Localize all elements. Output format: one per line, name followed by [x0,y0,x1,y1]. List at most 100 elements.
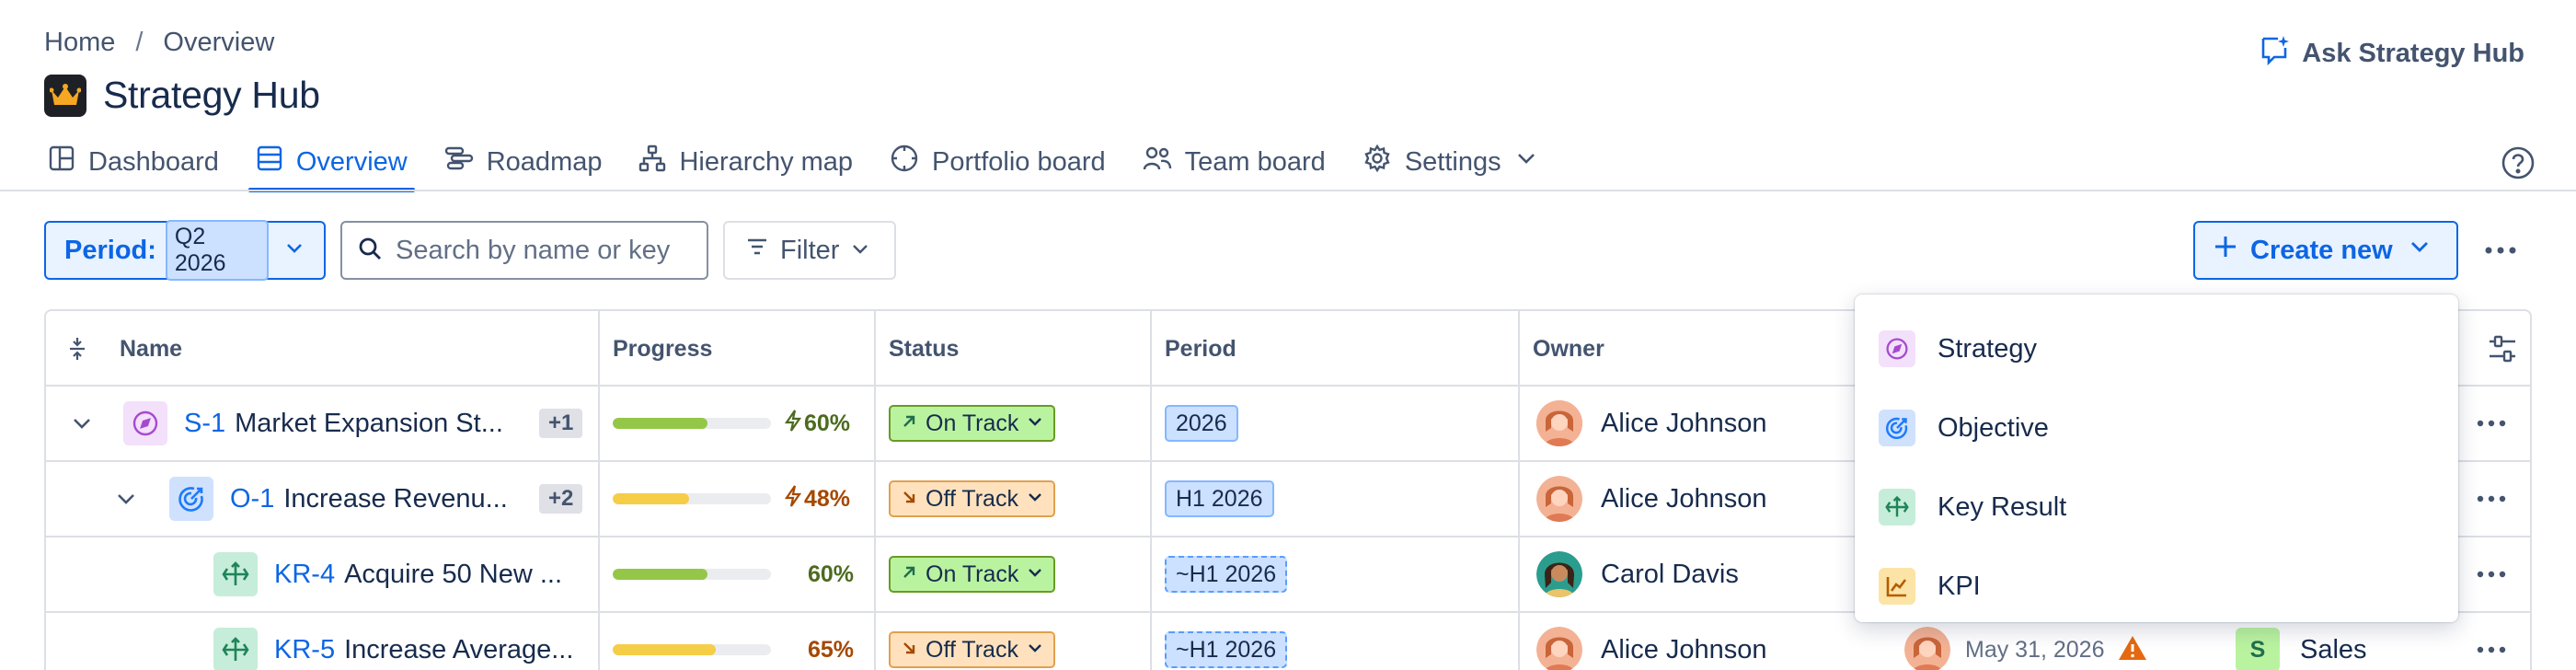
progress-bar [613,418,771,429]
progress-label: 60% [804,410,851,436]
progress-fill [613,644,716,655]
ask-label: Ask Strategy Hub [2302,38,2524,68]
tab-roadmap[interactable]: Roadmap [441,140,606,184]
period-tag[interactable]: ~H1 2026 [1165,631,1288,668]
arrow-up-right-icon [900,410,918,437]
breadcrumb-home[interactable]: Home [44,28,115,58]
progress-label: 60% [808,560,855,587]
column-header-owner[interactable]: Owner [1518,311,1604,387]
menu-item-label: Key Result [1938,491,2067,522]
tab-settings[interactable]: Settings [1359,140,1542,184]
item-name[interactable]: Acquire 50 New ... [344,560,562,590]
team-avatar: S [2236,628,2280,670]
row-more-icon[interactable] [2471,556,2512,593]
more-count-badge[interactable]: +1 [539,409,583,438]
item-name[interactable]: Increase Revenu... [283,484,507,514]
target-icon [1879,410,1915,446]
owner-cell: Alice Johnson [1536,462,1767,536]
more-count-badge[interactable]: +2 [539,484,583,514]
status-dropdown[interactable]: Off Track [889,480,1055,517]
team-icon [1143,144,1172,179]
tab-label: Roadmap [486,146,603,177]
tab-overview[interactable]: Overview [247,140,415,192]
breadcrumb-current[interactable]: Overview [163,28,274,58]
expand-chevron-icon[interactable] [70,387,94,460]
progress-cell: 65% [613,613,854,670]
more-options-icon[interactable] [2478,228,2523,272]
lightning-icon [784,409,802,439]
item-key[interactable]: S-1 [184,409,225,439]
progress-bar [613,493,771,504]
tab-portfolio-board[interactable]: Portfolio board [886,140,1110,184]
menu-item-kpi[interactable]: KPI [1855,547,2458,626]
row-more-icon[interactable] [2471,631,2512,668]
chevron-down-icon [1514,146,1538,178]
hierarchy-icon [638,144,666,179]
menu-item-label: KPI [1938,571,1981,601]
title-row: Strategy Hub [44,74,320,117]
item-key[interactable]: KR-4 [274,560,335,590]
item-name[interactable]: Increase Average... [344,635,573,665]
arrow-down-right-icon [900,637,918,664]
filter-button[interactable]: Filter [723,221,896,280]
row-more-icon[interactable] [2471,480,2512,517]
avatar [1536,627,1582,670]
progress-percent: 60% [808,561,854,588]
extra-count-cell: +2 [539,462,583,536]
ask-strategy-hub-button[interactable]: Ask Strategy Hub [2258,33,2524,74]
progress-label: 65% [808,636,855,663]
extra-count-cell: +1 [539,387,583,460]
expand-chevron-icon[interactable] [114,462,138,536]
period-cell: 2026 [1165,387,1238,460]
chevron-down-icon [1026,561,1044,588]
create-label: Create new [2250,235,2393,265]
gear-icon [1363,144,1392,180]
avatar [1904,627,1950,670]
column-header-period[interactable]: Period [1150,311,1236,387]
item-key[interactable]: O-1 [230,484,274,514]
column-header-status[interactable]: Status [874,311,959,387]
period-tag[interactable]: ~H1 2026 [1165,556,1288,593]
menu-item-label: Objective [1938,412,2049,443]
period-cell: H1 2026 [1165,462,1274,536]
create-new-button[interactable]: Create new [2193,221,2458,280]
item-key[interactable]: KR-5 [274,635,335,665]
status-label: Off Track [926,636,1018,663]
list-icon [256,144,283,179]
column-header-name[interactable]: Name [105,311,182,387]
search-input[interactable] [396,235,690,266]
period-selector[interactable]: Period: Q2 2026 [44,220,326,281]
avatar [1536,551,1582,597]
warning-icon [2118,634,2147,666]
menu-item-objective[interactable]: Objective [1855,388,2458,468]
tab-team-board[interactable]: Team board [1139,140,1329,184]
status-dropdown[interactable]: On Track [889,556,1056,593]
filter-icon [745,235,769,266]
column-header-progress[interactable]: Progress [598,311,712,387]
name-cell: O-1 Increase Revenu... [169,462,508,536]
menu-item-strategy[interactable]: Strategy [1855,309,2458,388]
tabs-divider [0,190,2576,191]
search-box[interactable] [340,221,708,280]
status-dropdown[interactable]: Off Track [889,631,1055,668]
tab-hierarchy-map[interactable]: Hierarchy map [635,140,857,184]
collapse-all-icon[interactable] [55,311,88,387]
tab-dashboard[interactable]: Dashboard [44,140,223,184]
progress-cell: 48% [613,462,850,536]
owner-name: Alice Johnson [1601,634,1767,664]
period-tag[interactable]: H1 2026 [1165,480,1274,517]
menu-item-key-result[interactable]: Key Result [1855,468,2458,547]
period-tag[interactable]: 2026 [1165,405,1238,442]
status-dropdown[interactable]: On Track [889,405,1056,442]
column-settings-icon[interactable] [2471,311,2519,387]
row-more-icon[interactable] [2471,405,2512,442]
chevron-down-icon [283,236,305,266]
name-cell: KR-5 Increase Average... [213,613,573,670]
owner-cell: Alice Johnson [1536,613,1767,670]
arrow-up-right-icon [900,561,918,588]
status-cell: On Track [889,387,1056,460]
tab-label: Team board [1184,146,1326,177]
chevron-down-icon [1026,410,1044,437]
item-name[interactable]: Market Expansion St... [235,409,503,439]
help-icon[interactable] [2501,145,2536,185]
